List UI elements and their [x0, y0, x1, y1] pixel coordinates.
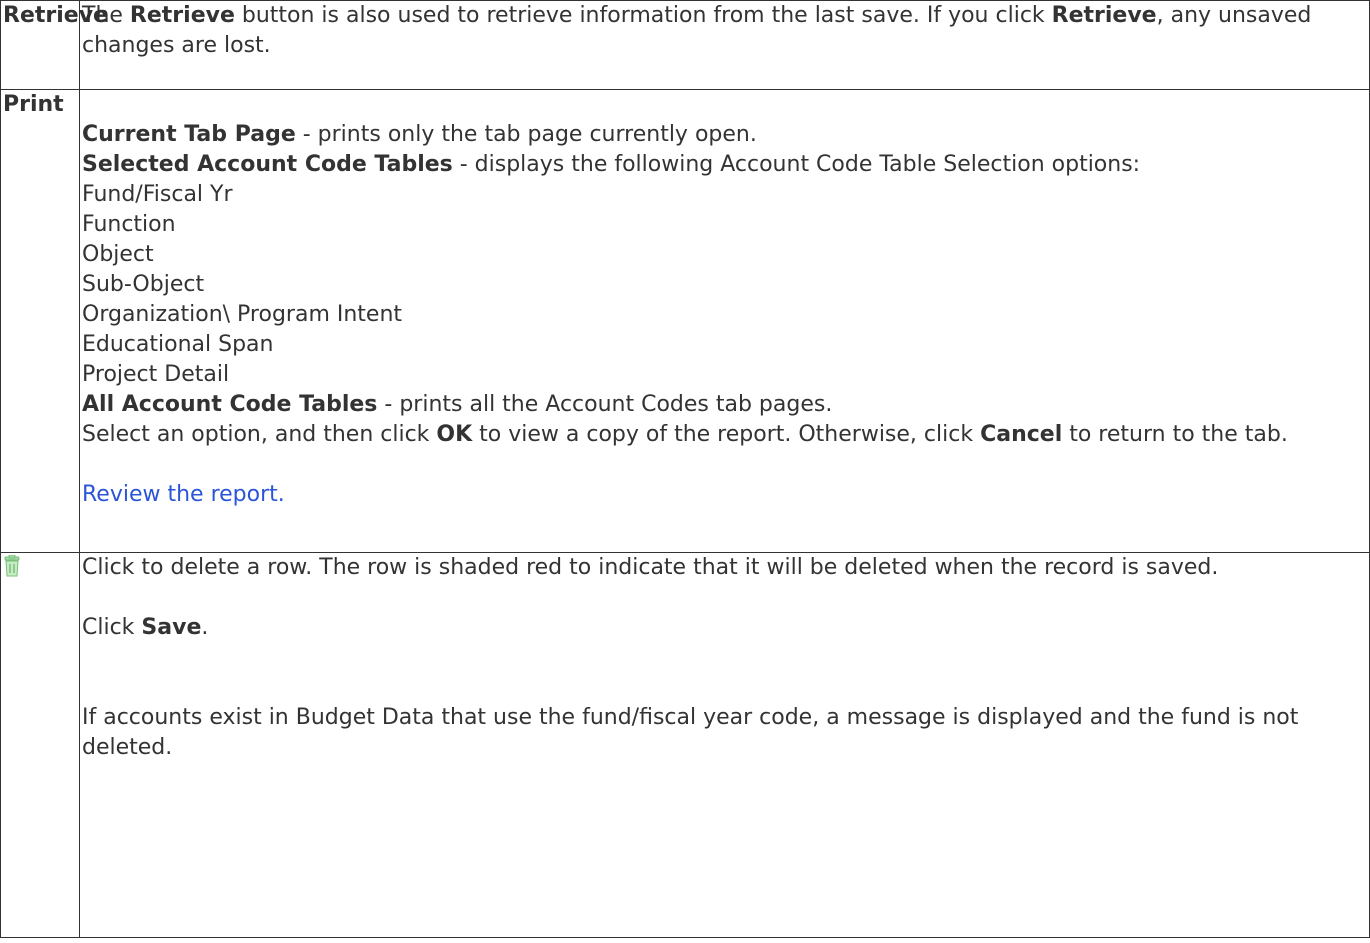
print-instruction: Select an option, and then click OK to v… [82, 420, 1369, 450]
delete-message-text: If accounts exist in Budget Data that us… [82, 705, 1299, 760]
option-fund-fiscal-yr: Fund/Fiscal Yr [82, 182, 233, 207]
delete-spacer-1 [82, 583, 1369, 613]
current-tab-line: Current Tab Page - prints only the tab p… [82, 120, 1369, 150]
option-object: Object [82, 242, 154, 267]
retrieve-label: Retrieve [0, 0, 108, 90]
print-top-spacer [82, 90, 1369, 120]
print-label: Print [0, 89, 80, 553]
selected-tables-line: Selected Account Code Tables - displays … [82, 150, 1369, 180]
option-sub-object: Sub-Object [82, 272, 205, 297]
print-link-spacer [82, 450, 1369, 480]
delete-description: Click to delete a row. The row is shaded… [79, 552, 1370, 938]
retrieve-description: The Retrieve button is also used to retr… [79, 0, 1370, 90]
option-educational-span: Educational Span [82, 332, 274, 357]
click-save-line: Click Save. [82, 613, 1369, 643]
print-description: Current Tab Page - prints only the tab p… [79, 89, 1370, 553]
selected-tables-text: - displays the following Account Code Ta… [452, 152, 1141, 177]
save-bold: Save [141, 615, 202, 640]
current-tab-bold: Current Tab Page [82, 122, 296, 147]
delete-row-text: Click to delete a row. The row is shaded… [82, 555, 1219, 580]
trash-icon [3, 554, 21, 577]
retrieve-bold-2: Retrieve [1051, 3, 1157, 28]
retrieve-text-2: button is also used to retrieve informat… [234, 3, 1052, 28]
click-text: Click [82, 615, 142, 640]
cancel-bold: Cancel [980, 422, 1063, 447]
buttons-table: Retrieve The Retrieve button is also use… [0, 0, 1370, 938]
selected-tables-bold: Selected Account Code Tables [82, 152, 453, 177]
table-row-print: Print Current Tab Page - prints only the… [0, 89, 1370, 553]
delete-icon-cell [0, 552, 80, 938]
instruction-text-2: to view a copy of the report. Otherwise,… [472, 422, 981, 447]
save-period: . [201, 615, 209, 640]
review-report-link[interactable]: Review the report. [82, 480, 1369, 510]
instruction-text-3: to return to the tab. [1062, 422, 1288, 447]
instruction-text-1: Select an option, and then click [82, 422, 437, 447]
delete-spacer-2 [82, 643, 1369, 703]
retrieve-text-1: The [82, 3, 130, 28]
all-tables-text: - prints all the Account Codes tab pages… [377, 392, 833, 417]
ok-bold: OK [436, 422, 473, 447]
option-function: Function [82, 212, 176, 237]
table-row-delete: Click to delete a row. The row is shaded… [0, 552, 1370, 938]
table-row-retrieve: Retrieve The Retrieve button is also use… [0, 0, 1370, 90]
all-tables-line: All Account Code Tables - prints all the… [82, 390, 1369, 420]
current-tab-text: - prints only the tab page currently ope… [295, 122, 757, 147]
option-organization: Organization\ Program Intent [82, 302, 403, 327]
retrieve-bold-1: Retrieve [129, 3, 235, 28]
option-project-detail: Project Detail [82, 362, 230, 387]
all-tables-bold: All Account Code Tables [82, 392, 378, 417]
